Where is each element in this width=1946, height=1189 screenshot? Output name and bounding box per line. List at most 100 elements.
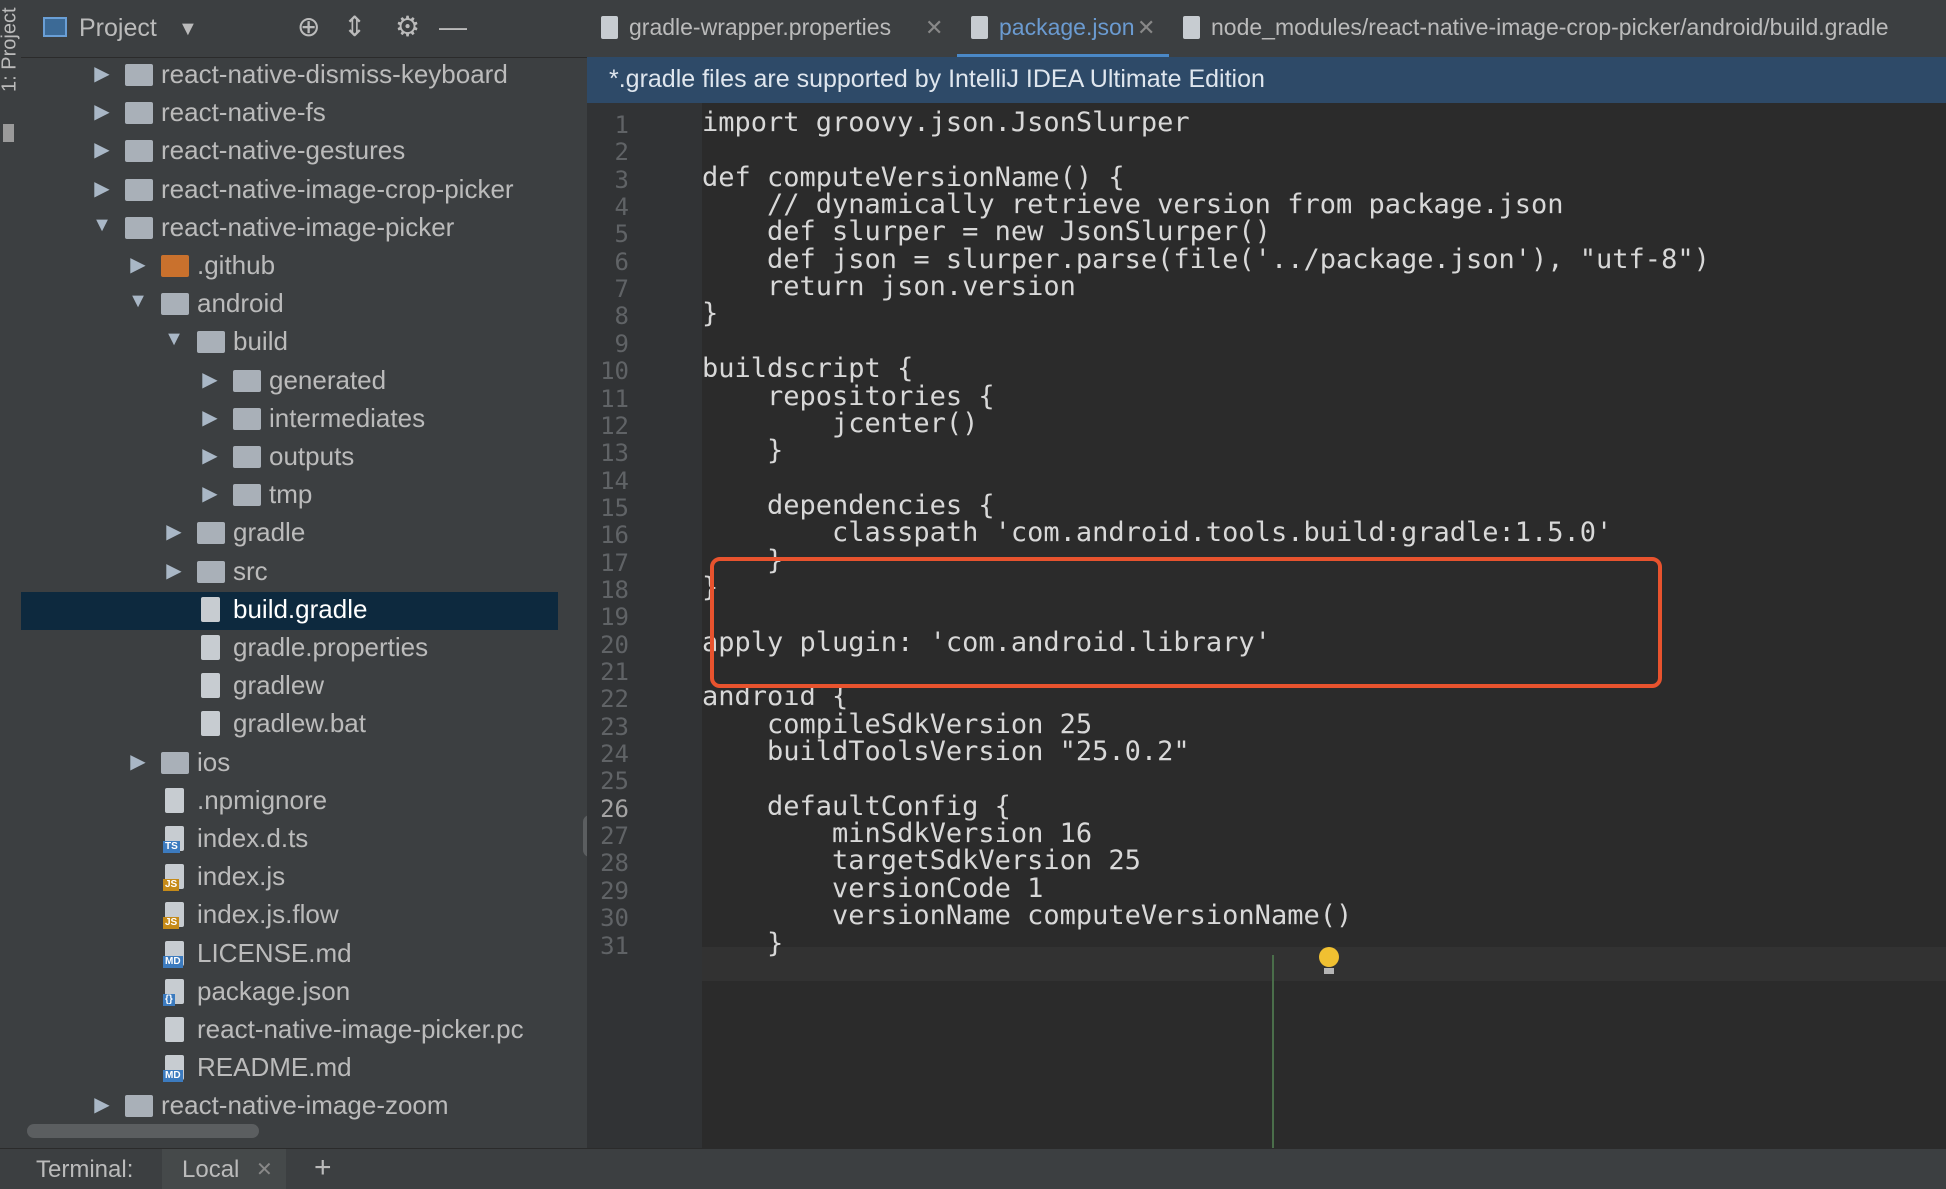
collapse-arrow-icon[interactable]: ▶ <box>199 367 221 392</box>
lightbulb-icon[interactable] <box>1316 947 1342 977</box>
project-tool-label[interactable]: 1: Project <box>0 8 22 108</box>
code-line[interactable]: // dynamically retrieve version from pac… <box>702 189 1564 220</box>
expand-arrow-icon[interactable]: ▼ <box>91 214 113 237</box>
project-view-icon <box>43 17 67 37</box>
close-icon[interactable]: ✕ <box>1137 15 1155 41</box>
code-line[interactable]: } <box>702 435 783 466</box>
file-icon <box>163 864 184 892</box>
tree-item-label: gradle <box>233 517 306 548</box>
tree-item[interactable]: gradle.properties <box>21 630 558 668</box>
code-line[interactable]: compileSdkVersion 25 <box>702 709 1092 740</box>
tree-item[interactable]: ▶ react-native-fs <box>21 95 558 133</box>
code-line[interactable]: targetSdkVersion 25 <box>702 845 1141 876</box>
tree-item[interactable]: .npmignore <box>21 783 558 821</box>
code-line[interactable]: repositories { <box>702 381 995 412</box>
collapse-arrow-icon[interactable]: ▶ <box>91 137 113 162</box>
collapse-arrow-icon[interactable]: ▶ <box>199 405 221 430</box>
line-number: 1 <box>614 111 629 139</box>
project-panel-header: Project ▼ ⊕ ⇕ ⚙ — <box>21 0 587 58</box>
collapse-arrow-icon[interactable]: ▶ <box>127 749 149 774</box>
tree-item[interactable]: ▶ react-native-gestures <box>21 133 558 171</box>
tree-item[interactable]: ▶ gradle <box>21 515 558 553</box>
code-line[interactable]: } <box>702 298 718 329</box>
tab-package-json[interactable]: package.json ✕ <box>957 0 1169 57</box>
code-line[interactable]: versionName computeVersionName() <box>702 900 1352 931</box>
tree-item[interactable]: ▶ react-native-dismiss-keyboard <box>21 57 558 95</box>
file-icon <box>165 1017 184 1042</box>
tree-item[interactable]: gradlew <box>21 668 558 706</box>
tree-item[interactable]: ▶ .github <box>21 248 558 286</box>
code-line[interactable]: def slurper = new JsonSlurper() <box>702 216 1271 247</box>
code-line[interactable]: defaultConfig { <box>702 791 1011 822</box>
locate-icon[interactable]: ⊕ <box>297 12 320 42</box>
tree-item[interactable]: ▼ android <box>21 286 558 324</box>
collapse-arrow-icon[interactable]: ▶ <box>91 1092 113 1117</box>
tree-item-label: gradlew.bat <box>233 708 366 739</box>
tree-item[interactable]: build.gradle <box>21 591 558 630</box>
file-icon <box>163 826 184 853</box>
code-line[interactable]: versionCode 1 <box>702 873 1043 904</box>
tree-item[interactable]: LICENSE.md <box>21 936 558 974</box>
folder-icon <box>197 560 225 583</box>
folder-icon <box>125 216 153 239</box>
collapse-all-icon[interactable]: ⇕ <box>343 12 366 42</box>
code-line[interactable]: } <box>702 928 783 959</box>
tree-item[interactable]: ▶ src <box>21 554 558 592</box>
chevron-down-icon[interactable]: ▼ <box>178 18 198 41</box>
tree-item[interactable]: ▶ react-native-image-crop-picker <box>21 172 558 210</box>
tab-gradle-wrapper[interactable]: gradle-wrapper.properties ✕ <box>587 0 957 57</box>
tab-build-gradle[interactable]: node_modules/react-native-image-crop-pic… <box>1169 0 1946 57</box>
terminal-tab-local[interactable]: Local ✕ <box>162 1149 286 1189</box>
code-line[interactable]: classpath 'com.android.tools.build:gradl… <box>702 517 1612 548</box>
tree-item[interactable]: react-native-image-picker.pc <box>21 1012 558 1050</box>
highlight-box <box>710 557 1662 688</box>
project-view-title[interactable]: Project <box>79 14 157 43</box>
tree-item[interactable]: README.md <box>21 1050 558 1088</box>
horizontal-scrollbar[interactable] <box>27 1124 259 1138</box>
tree-item[interactable]: index.d.ts <box>21 821 558 859</box>
collapse-arrow-icon[interactable]: ▶ <box>91 61 113 86</box>
collapse-arrow-icon[interactable]: ▶ <box>91 99 113 124</box>
code-line[interactable]: import groovy.json.JsonSlurper <box>702 107 1190 138</box>
tree-item[interactable]: ▼ build <box>21 324 558 362</box>
code-line[interactable]: return json.version <box>702 271 1076 302</box>
add-terminal-icon[interactable]: + <box>314 1151 332 1185</box>
tree-item[interactable]: ▼ react-native-image-picker <box>21 210 558 248</box>
file-icon <box>163 940 184 968</box>
tree-item[interactable]: ▶ react-native-image-zoom <box>21 1088 558 1126</box>
line-number: 11 <box>600 384 629 413</box>
tree-item[interactable]: ▶ generated <box>21 363 558 401</box>
collapse-arrow-icon[interactable]: ▶ <box>199 481 221 506</box>
project-tool-icon[interactable] <box>3 124 14 142</box>
collapse-arrow-icon[interactable]: ▶ <box>163 558 185 583</box>
tree-item[interactable]: index.js <box>21 859 558 897</box>
folder-icon <box>233 369 261 392</box>
tree-item[interactable]: ▶ intermediates <box>21 401 558 439</box>
collapse-arrow-icon[interactable]: ▶ <box>91 176 113 201</box>
tree-item[interactable]: gradlew.bat <box>21 706 558 744</box>
hide-panel-icon[interactable]: — <box>439 12 467 42</box>
close-icon[interactable]: ✕ <box>925 15 943 41</box>
tree-item[interactable]: package.json <box>21 974 558 1012</box>
tree-item-label: intermediates <box>269 402 426 433</box>
file-icon <box>201 635 220 660</box>
code-line[interactable]: minSdkVersion 16 <box>702 818 1092 849</box>
collapse-arrow-icon[interactable]: ▶ <box>199 443 221 468</box>
close-icon[interactable]: ✕ <box>256 1157 273 1182</box>
gear-icon[interactable]: ⚙ <box>395 12 420 42</box>
tree-item[interactable]: index.js.flow <box>21 897 558 935</box>
tree-item[interactable]: ▶ outputs <box>21 439 558 477</box>
collapse-arrow-icon[interactable]: ▶ <box>127 252 149 277</box>
code-line[interactable]: buildscript { <box>702 353 913 384</box>
tree-item[interactable]: ▶ tmp <box>21 477 558 515</box>
code-line[interactable]: buildToolsVersion "25.0.2" <box>702 736 1190 767</box>
code-line[interactable]: jcenter() <box>702 408 978 439</box>
code-line[interactable]: dependencies { <box>702 490 995 521</box>
collapse-arrow-icon[interactable]: ▶ <box>163 519 185 544</box>
code-line[interactable]: def json = slurper.parse(file('../packag… <box>702 244 1710 275</box>
code-line[interactable]: def computeVersionName() { <box>702 162 1125 193</box>
line-number: 14 <box>600 466 629 495</box>
expand-arrow-icon[interactable]: ▼ <box>163 328 185 351</box>
tree-item[interactable]: ▶ ios <box>21 745 558 783</box>
expand-arrow-icon[interactable]: ▼ <box>127 290 149 313</box>
